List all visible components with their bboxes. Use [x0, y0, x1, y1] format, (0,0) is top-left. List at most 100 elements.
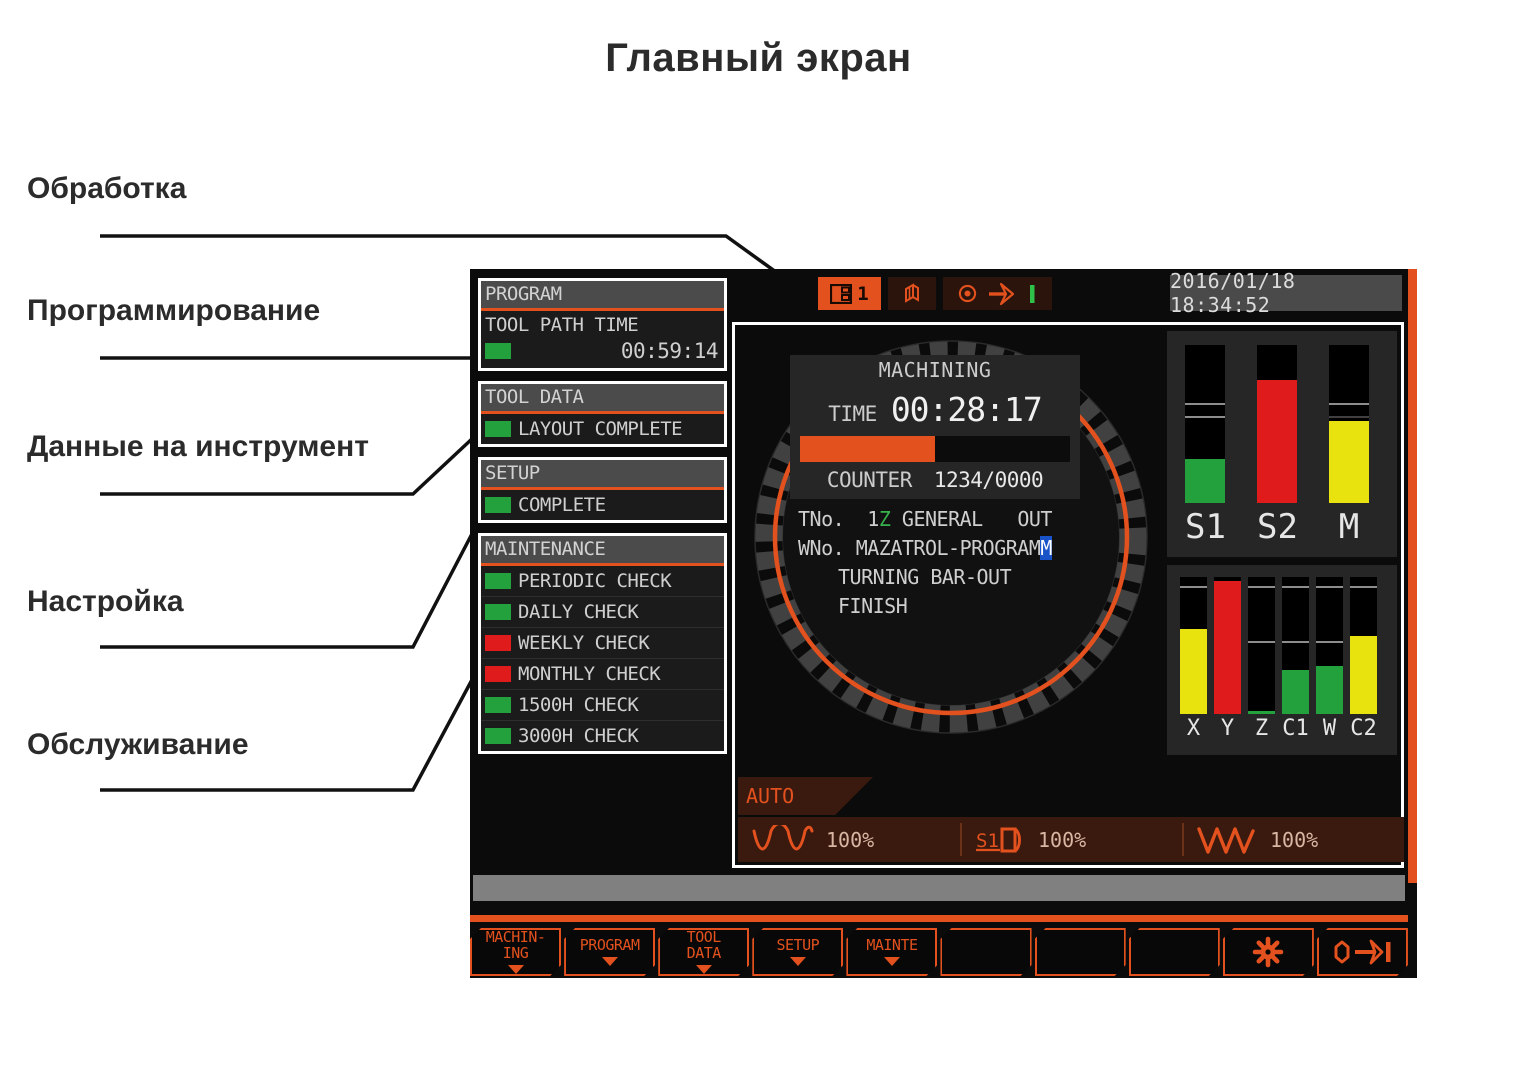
bar-w-fill	[1316, 666, 1343, 714]
annotation-label-maintenance: Обслуживание	[27, 728, 249, 761]
menu-key-label: MAINTE	[866, 936, 918, 955]
status-led	[485, 421, 511, 437]
override-rapid[interactable]: 100%	[1182, 817, 1404, 862]
override-feed[interactable]: 100%	[738, 817, 960, 862]
axis-bar-labels: X Y Z C1 W C2	[1180, 716, 1377, 741]
list-item[interactable]: LAYOUT COMPLETE	[481, 414, 724, 444]
bar-c2-fill	[1350, 635, 1377, 714]
tool-path-time-label: TOOL PATH TIME	[485, 314, 639, 336]
list-item[interactable]: 1500H CHECK	[481, 690, 724, 721]
tno-prefix: TNo.	[798, 507, 845, 531]
panel-setup[interactable]: SETUP COMPLETE	[478, 457, 727, 523]
tno-type: GENERAL	[901, 507, 983, 531]
mode-tag: AUTO	[738, 777, 873, 815]
screen-divider	[473, 875, 1405, 901]
override-spindle-value: 100%	[1038, 827, 1087, 852]
wno-prefix: WNo.	[798, 536, 845, 560]
status-led	[485, 697, 511, 713]
machine-door-icon	[830, 283, 853, 304]
menu-key-settings[interactable]	[1223, 928, 1314, 976]
menu-key-label: TOOL DATA	[686, 928, 721, 962]
bar-m	[1329, 345, 1369, 503]
menu-key-mainte[interactable]: MAINTE	[846, 928, 937, 976]
gear-icon	[1252, 936, 1284, 968]
work-number-line: WNo. MAZATROL-PROGRAMM	[798, 534, 1080, 563]
override-row: 100% S1 100% 100%	[738, 817, 1404, 862]
panel-setup-title: SETUP	[481, 460, 724, 490]
menu-key-empty-1[interactable]	[940, 928, 1031, 976]
bar-c1-fill	[1282, 670, 1309, 714]
menu-key-empty-2[interactable]	[1035, 928, 1126, 976]
status-led	[485, 573, 511, 589]
machining-main-view: MACHINING TIME 00:28:17 COUNTER 1234/000…	[732, 322, 1404, 868]
list-item[interactable]: DAILY CHECK	[481, 597, 724, 628]
tno-direction: OUT	[1017, 507, 1052, 531]
bar-label-c1: C1	[1282, 716, 1309, 741]
wno-selected-char[interactable]: M	[1040, 536, 1052, 560]
menu-key-program[interactable]: PROGRAM	[564, 928, 655, 976]
tno-number: 1	[867, 507, 879, 531]
page-title: Главный экран	[605, 36, 912, 80]
menu-key-tool-data[interactable]: TOOL DATA	[658, 928, 749, 976]
svg-text:S1: S1	[976, 830, 999, 852]
spindle-load-chart: S1 S2 M	[1167, 331, 1397, 557]
info-panel-column: PROGRAM TOOL PATH TIME 00:59:14 TOOL DAT…	[478, 278, 727, 764]
machining-title: MACHINING	[790, 355, 1080, 386]
bar-s2-fill	[1257, 379, 1297, 503]
spindle-dot-icon	[958, 284, 977, 303]
list-item[interactable]: WEEKLY CHECK	[481, 628, 724, 659]
screen-edge-accent	[1408, 269, 1417, 883]
process-line-1: TURNING BAR-OUT	[838, 565, 1012, 589]
function-key-bar: MACHIN- ING PROGRAM TOOL DATA SETUP MAINTE	[470, 928, 1408, 976]
panel-tool-data[interactable]: TOOL DATA LAYOUT COMPLETE	[478, 381, 727, 447]
spindle-bar-labels: S1 S2 M	[1185, 507, 1369, 547]
status-chip-mode[interactable]: 1	[818, 277, 881, 310]
bar-m-fill	[1329, 420, 1369, 503]
bar-label-s2: S2	[1257, 507, 1298, 547]
rapid-wave-icon	[1197, 826, 1255, 854]
list-item[interactable]: COMPLETE	[481, 490, 724, 520]
annotation-label-tool-data: Данные на инструмент	[27, 430, 369, 463]
wno-name: MAZATROL-PROGRAM	[855, 536, 1041, 560]
list-item-label: COMPLETE	[518, 494, 606, 516]
machining-progress-fill	[800, 436, 935, 462]
menu-key-setup[interactable]: SETUP	[752, 928, 843, 976]
bar-c2	[1350, 577, 1377, 714]
bar-z-fill	[1248, 711, 1275, 714]
menu-key-empty-3[interactable]	[1129, 928, 1220, 976]
bar-w	[1316, 577, 1343, 714]
machining-progress-bar	[800, 436, 1070, 462]
panel-maintenance-title: MAINTENANCE	[481, 536, 724, 566]
tool-path-time-value: 00:59:14	[620, 339, 719, 363]
machining-dial: MACHINING TIME 00:28:17 COUNTER 1234/000…	[735, 325, 1167, 815]
chevron-down-icon	[884, 957, 900, 966]
panel-maintenance[interactable]: MAINTENANCE PERIODIC CHECK DAILY CHECK W…	[478, 533, 727, 754]
list-item-label: DAILY CHECK	[518, 601, 639, 623]
bar-x	[1180, 577, 1207, 714]
status-led	[485, 635, 511, 651]
status-chip-operations[interactable]	[943, 277, 1052, 310]
menu-key-power-flow[interactable]	[1317, 928, 1408, 976]
time-value: 00:28:17	[890, 390, 1043, 429]
list-item[interactable]: PERIODIC CHECK	[481, 566, 724, 597]
power-flow-icon	[1331, 937, 1393, 967]
list-item[interactable]: MONTHLY CHECK	[481, 659, 724, 690]
panel-program[interactable]: PROGRAM TOOL PATH TIME 00:59:14	[478, 278, 727, 371]
menu-separator	[470, 915, 1408, 922]
spindle-bars	[1185, 345, 1369, 503]
bar-label-w: W	[1322, 716, 1337, 741]
override-spindle[interactable]: S1 100%	[960, 817, 1182, 862]
feed-wave-icon	[752, 824, 814, 850]
bar-s1-fill	[1185, 458, 1225, 503]
axis-load-chart: X Y Z C1 W C2	[1167, 565, 1397, 755]
list-item-label: PERIODIC CHECK	[518, 570, 672, 592]
status-chip-tool[interactable]	[888, 277, 936, 310]
panel-tool-data-title: TOOL DATA	[481, 384, 724, 414]
bar-y	[1214, 577, 1241, 714]
menu-key-machining[interactable]: MACHIN- ING	[470, 928, 561, 976]
panel-program-title: PROGRAM	[481, 281, 724, 311]
tool-path-time-led	[485, 343, 511, 359]
chevron-down-icon	[602, 957, 618, 966]
list-item[interactable]: 3000H CHECK	[481, 721, 724, 751]
spindle-s1-icon: S1	[976, 827, 1021, 852]
